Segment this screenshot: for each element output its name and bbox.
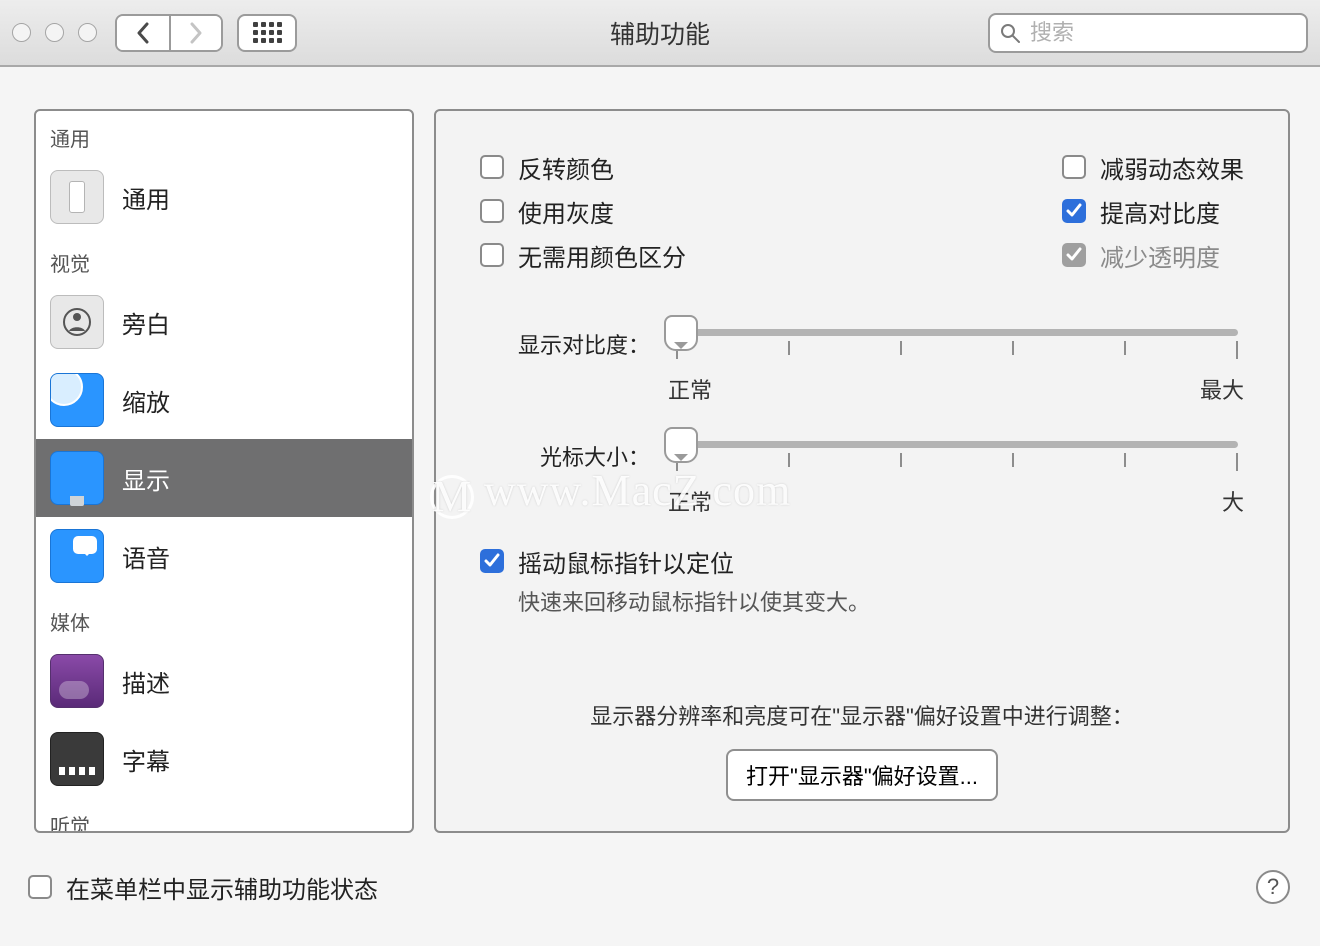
checkbox-box[interactable] bbox=[480, 243, 504, 267]
checkbox-reduce-motion[interactable]: 减弱动态效果 bbox=[1062, 147, 1244, 187]
panel-footer: 显示器分辨率和亮度可在"显示器"偏好设置中进行调整： 打开"显示器"偏好设置..… bbox=[480, 699, 1244, 801]
open-displays-prefs-button[interactable]: 打开"显示器"偏好设置... bbox=[726, 749, 998, 801]
slider-thumb[interactable] bbox=[664, 315, 698, 351]
sidebar-item-voiceover[interactable]: 旁白 bbox=[36, 283, 412, 361]
checkbox-label: 减少透明度 bbox=[1100, 238, 1220, 273]
checkbox-box[interactable] bbox=[1062, 199, 1086, 223]
checkbox-label: 无需用颜色区分 bbox=[518, 238, 686, 273]
checkbox-box[interactable] bbox=[28, 875, 52, 899]
nav-back-forward bbox=[115, 14, 223, 52]
sidebar-section-general: 通用 bbox=[36, 111, 412, 158]
checkbox-reduce-transparency: 减少透明度 bbox=[1062, 235, 1244, 275]
sidebar-item-display[interactable]: 显示 bbox=[36, 439, 412, 517]
show-all-button[interactable] bbox=[237, 14, 297, 52]
slider-track bbox=[676, 441, 1238, 448]
sidebar-section-media: 媒体 bbox=[36, 595, 412, 642]
slider-ticks bbox=[676, 453, 1238, 471]
sidebar-item-label: 旁白 bbox=[122, 305, 170, 340]
descriptions-icon bbox=[50, 654, 104, 708]
slider-label: 显示对比度： bbox=[480, 328, 650, 360]
checkbox-label: 减弱动态效果 bbox=[1100, 150, 1244, 185]
checkbox-increase-contrast[interactable]: 提高对比度 bbox=[1062, 191, 1244, 231]
slider-label: 光标大小： bbox=[480, 440, 650, 472]
zoom-icon bbox=[50, 373, 104, 427]
general-icon bbox=[50, 170, 104, 224]
sidebar-item-label: 通用 bbox=[122, 180, 170, 215]
forward-button[interactable] bbox=[169, 16, 221, 50]
zoom-window-button[interactable] bbox=[78, 23, 97, 42]
chevron-left-icon bbox=[135, 22, 151, 44]
cursor-size-slider[interactable] bbox=[670, 431, 1244, 481]
checkbox-column-left: 反转颜色 使用灰度 无需用颜色区分 bbox=[480, 147, 686, 275]
sidebar-item-speech[interactable]: 语音 bbox=[36, 517, 412, 595]
minimize-window-button[interactable] bbox=[45, 23, 64, 42]
sidebar-item-label: 缩放 bbox=[122, 383, 170, 418]
shake-description: 快速来回移动鼠标指针以使其变大。 bbox=[518, 585, 1244, 617]
checkbox-box[interactable] bbox=[480, 549, 504, 573]
slider-min-label: 正常 bbox=[668, 373, 712, 405]
slider-max-label: 最大 bbox=[1200, 373, 1244, 405]
content: 通用 通用 视觉 旁白 缩放 显示 语音 媒体 描述 bbox=[0, 67, 1320, 849]
checkbox-differentiate-without-color[interactable]: 无需用颜色区分 bbox=[480, 235, 686, 275]
cursor-size-slider-block: 光标大小： 正常 大 bbox=[480, 431, 1244, 517]
sidebar-item-general[interactable]: 通用 bbox=[36, 158, 412, 236]
checkbox-label: 摇动鼠标指针以定位 bbox=[518, 544, 734, 579]
checkbox-column-right: 减弱动态效果 提高对比度 减少透明度 bbox=[1062, 147, 1244, 275]
back-button[interactable] bbox=[117, 16, 169, 50]
sidebar-item-label: 显示 bbox=[122, 461, 170, 496]
window-footer: 在菜单栏中显示辅助功能状态 ? bbox=[0, 849, 1320, 907]
speech-icon bbox=[50, 529, 104, 583]
sidebar-item-label: 语音 bbox=[122, 539, 170, 574]
chevron-right-icon bbox=[188, 22, 204, 44]
slider-min-label: 正常 bbox=[668, 485, 712, 517]
voiceover-icon bbox=[50, 295, 104, 349]
checkbox-columns: 反转颜色 使用灰度 无需用颜色区分 减弱动态效果 提高对比度 bbox=[480, 147, 1244, 275]
help-button[interactable]: ? bbox=[1256, 870, 1290, 904]
sidebar-item-label: 描述 bbox=[122, 664, 170, 699]
captions-icon bbox=[50, 732, 104, 786]
slider-ticks bbox=[676, 341, 1238, 359]
sidebar-item-label: 字幕 bbox=[122, 742, 170, 777]
checkbox-label: 提高对比度 bbox=[1100, 194, 1220, 229]
sidebar: 通用 通用 视觉 旁白 缩放 显示 语音 媒体 描述 bbox=[34, 109, 414, 833]
checkbox-box[interactable] bbox=[480, 199, 504, 223]
sidebar-item-zoom[interactable]: 缩放 bbox=[36, 361, 412, 439]
sidebar-item-captions[interactable]: 字幕 bbox=[36, 720, 412, 798]
detail-panel: 反转颜色 使用灰度 无需用颜色区分 减弱动态效果 提高对比度 bbox=[434, 109, 1290, 833]
checkbox-shake-to-locate[interactable]: 摇动鼠标指针以定位 bbox=[480, 541, 1244, 581]
checkbox-show-in-menubar[interactable]: 在菜单栏中显示辅助功能状态 bbox=[28, 867, 378, 907]
shake-to-locate-block: 摇动鼠标指针以定位 快速来回移动鼠标指针以使其变大。 bbox=[480, 541, 1244, 617]
titlebar: 辅助功能 bbox=[0, 0, 1320, 67]
checkbox-label: 在菜单栏中显示辅助功能状态 bbox=[66, 870, 378, 905]
checkbox-use-grayscale[interactable]: 使用灰度 bbox=[480, 191, 686, 231]
slider-track bbox=[676, 329, 1238, 336]
sidebar-section-hearing: 听觉 bbox=[36, 798, 412, 833]
search-field[interactable] bbox=[988, 13, 1308, 53]
checkbox-label: 反转颜色 bbox=[518, 150, 614, 185]
display-hint: 显示器分辨率和亮度可在"显示器"偏好设置中进行调整： bbox=[480, 699, 1244, 731]
checkbox-invert-colors[interactable]: 反转颜色 bbox=[480, 147, 686, 187]
grid-icon bbox=[253, 22, 282, 43]
search-icon bbox=[1000, 23, 1020, 43]
checkbox-box[interactable] bbox=[1062, 155, 1086, 179]
sidebar-section-vision: 视觉 bbox=[36, 236, 412, 283]
slider-thumb[interactable] bbox=[664, 427, 698, 463]
checkbox-label: 使用灰度 bbox=[518, 194, 614, 229]
display-contrast-slider-block: 显示对比度： 正常 最大 bbox=[480, 319, 1244, 405]
slider-max-label: 大 bbox=[1222, 485, 1244, 517]
sidebar-item-descriptions[interactable]: 描述 bbox=[36, 642, 412, 720]
checkbox-box[interactable] bbox=[480, 155, 504, 179]
checkbox-box bbox=[1062, 243, 1086, 267]
display-icon bbox=[50, 451, 104, 505]
search-input[interactable] bbox=[1028, 19, 1320, 47]
close-window-button[interactable] bbox=[12, 23, 31, 42]
traffic-lights bbox=[12, 23, 97, 42]
display-contrast-slider[interactable] bbox=[670, 319, 1244, 369]
